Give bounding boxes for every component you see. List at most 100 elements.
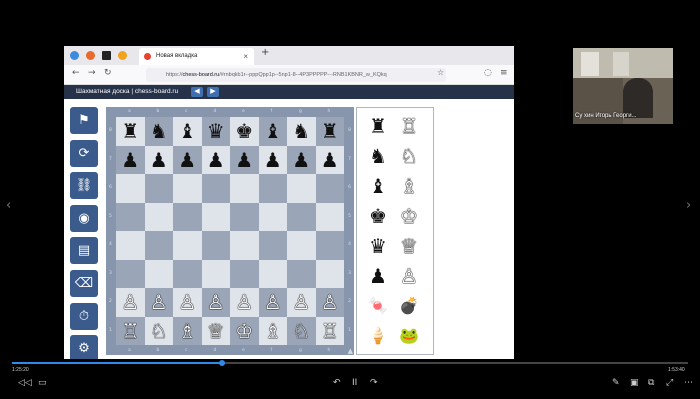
square-f1[interactable]: ♗ xyxy=(258,316,287,345)
square-c3[interactable] xyxy=(173,259,202,288)
square-h6[interactable] xyxy=(315,174,344,203)
square-b4[interactable] xyxy=(144,231,173,260)
tab-close-icon[interactable]: × xyxy=(243,48,248,65)
square-h3[interactable] xyxy=(315,259,344,288)
progress-knob[interactable] xyxy=(218,360,225,366)
square-f8[interactable]: ♝ xyxy=(258,117,287,146)
bookmark-star-icon[interactable]: ☆ xyxy=(437,68,444,77)
square-f2[interactable]: ♙ xyxy=(258,288,287,317)
captions-icon[interactable]: ▭ xyxy=(38,378,47,388)
extension-icon[interactable]: ◌ xyxy=(484,68,492,78)
fullscreen-icon[interactable]: ⤢ xyxy=(666,378,673,388)
app-icon-2[interactable] xyxy=(86,51,95,60)
address-bar[interactable]: https://chess-board.ru/#rnbqkb1r--pppQpp… xyxy=(146,68,446,82)
square-c6[interactable] xyxy=(173,174,202,203)
skip-back-icon[interactable]: ↶ xyxy=(333,378,341,388)
screen-icon[interactable]: ▣ xyxy=(630,378,639,388)
square-g1[interactable]: ♘ xyxy=(287,316,316,345)
palette-black-piece[interactable]: ♚ xyxy=(366,204,390,228)
palette-white-piece[interactable]: ♖ xyxy=(397,114,421,138)
square-b2[interactable]: ♙ xyxy=(144,288,173,317)
square-h1[interactable]: ♖ xyxy=(315,316,344,345)
square-c5[interactable] xyxy=(173,202,202,231)
square-e2[interactable]: ♙ xyxy=(230,288,259,317)
palette-black-piece[interactable]: ♞ xyxy=(366,144,390,168)
browser-tab[interactable]: Новая вкладка × xyxy=(139,48,254,65)
square-a4[interactable] xyxy=(116,231,145,260)
square-a7[interactable]: ♟ xyxy=(116,145,145,174)
redo-arrow-button[interactable]: ▶ xyxy=(207,87,219,97)
palette-white-piece[interactable]: ♔ xyxy=(397,204,421,228)
square-a6[interactable] xyxy=(116,174,145,203)
square-e6[interactable] xyxy=(230,174,259,203)
palette-black-piece[interactable]: ♜ xyxy=(366,114,390,138)
skip-forward-icon[interactable]: ↷ xyxy=(370,378,378,388)
square-g4[interactable] xyxy=(287,231,316,260)
square-a3[interactable] xyxy=(116,259,145,288)
palette-black-piece[interactable]: ♝ xyxy=(366,174,390,198)
square-e4[interactable] xyxy=(230,231,259,260)
document-tool-button[interactable]: ▤ xyxy=(70,237,98,265)
square-h5[interactable] xyxy=(315,202,344,231)
square-c7[interactable]: ♟ xyxy=(173,145,202,174)
candy-icon[interactable]: 🍬 xyxy=(366,294,390,318)
more-icon[interactable]: ⋯ xyxy=(684,378,693,388)
back-icon[interactable]: ← xyxy=(72,68,80,78)
palette-white-piece[interactable]: ♕ xyxy=(397,234,421,258)
square-a5[interactable] xyxy=(116,202,145,231)
settings-tool-button[interactable]: ⚙ xyxy=(70,335,98,359)
reload-icon[interactable]: ↻ xyxy=(104,68,112,78)
square-h4[interactable] xyxy=(315,231,344,260)
app-icon-1[interactable] xyxy=(70,51,79,60)
square-a1[interactable]: ♖ xyxy=(116,316,145,345)
next-slide-icon[interactable]: › xyxy=(686,198,691,213)
square-g5[interactable] xyxy=(287,202,316,231)
draw-icon[interactable]: ✎ xyxy=(612,378,620,388)
square-d6[interactable] xyxy=(201,174,230,203)
square-d3[interactable] xyxy=(201,259,230,288)
square-g3[interactable] xyxy=(287,259,316,288)
refresh-tool-button[interactable]: ⟳ xyxy=(70,139,98,167)
square-g6[interactable] xyxy=(287,174,316,203)
flip-marker[interactable]: ▲ xyxy=(348,347,353,355)
frog-icon[interactable]: 🐸 xyxy=(397,324,421,348)
timer-tool-button[interactable]: ⏱ xyxy=(70,302,98,330)
square-b1[interactable]: ♘ xyxy=(144,316,173,345)
square-d8[interactable]: ♛ xyxy=(201,117,230,146)
pin-icon[interactable] xyxy=(102,51,111,60)
flag-tool-button[interactable]: ⚑ xyxy=(70,107,98,134)
square-e8[interactable]: ♚ xyxy=(230,117,259,146)
camera-tool-button[interactable]: ◉ xyxy=(70,204,98,232)
previous-slide-icon[interactable]: ‹ xyxy=(6,198,11,213)
square-c2[interactable]: ♙ xyxy=(173,288,202,317)
square-e1[interactable]: ♔ xyxy=(230,316,259,345)
square-h2[interactable]: ♙ xyxy=(315,288,344,317)
menu-icon[interactable]: ≡ xyxy=(500,68,508,78)
square-f5[interactable] xyxy=(258,202,287,231)
square-g8[interactable]: ♞ xyxy=(287,117,316,146)
palette-white-piece[interactable]: ♘ xyxy=(397,144,421,168)
progress-bar[interactable] xyxy=(12,360,688,366)
square-h7[interactable]: ♟ xyxy=(315,145,344,174)
square-f6[interactable] xyxy=(258,174,287,203)
pause-icon[interactable]: II xyxy=(352,378,357,388)
undo-arrow-button[interactable]: ◀ xyxy=(191,87,203,97)
square-d4[interactable] xyxy=(201,231,230,260)
bomb-icon[interactable]: 💣 xyxy=(397,294,421,318)
square-e7[interactable]: ♟ xyxy=(230,145,259,174)
square-h8[interactable]: ♜ xyxy=(315,117,344,146)
pip-icon[interactable]: ⧉ xyxy=(648,378,654,388)
square-b5[interactable] xyxy=(144,202,173,231)
forward-icon[interactable]: → xyxy=(88,68,96,78)
square-b7[interactable]: ♟ xyxy=(144,145,173,174)
square-c1[interactable]: ♗ xyxy=(173,316,202,345)
square-f4[interactable] xyxy=(258,231,287,260)
palette-white-piece[interactable]: ♙ xyxy=(397,264,421,288)
square-b6[interactable] xyxy=(144,174,173,203)
square-b8[interactable]: ♞ xyxy=(144,117,173,146)
square-d5[interactable] xyxy=(201,202,230,231)
rewind-icon[interactable]: ◁◁ xyxy=(18,378,32,388)
square-e5[interactable] xyxy=(230,202,259,231)
square-d2[interactable]: ♙ xyxy=(201,288,230,317)
square-a2[interactable]: ♙ xyxy=(116,288,145,317)
